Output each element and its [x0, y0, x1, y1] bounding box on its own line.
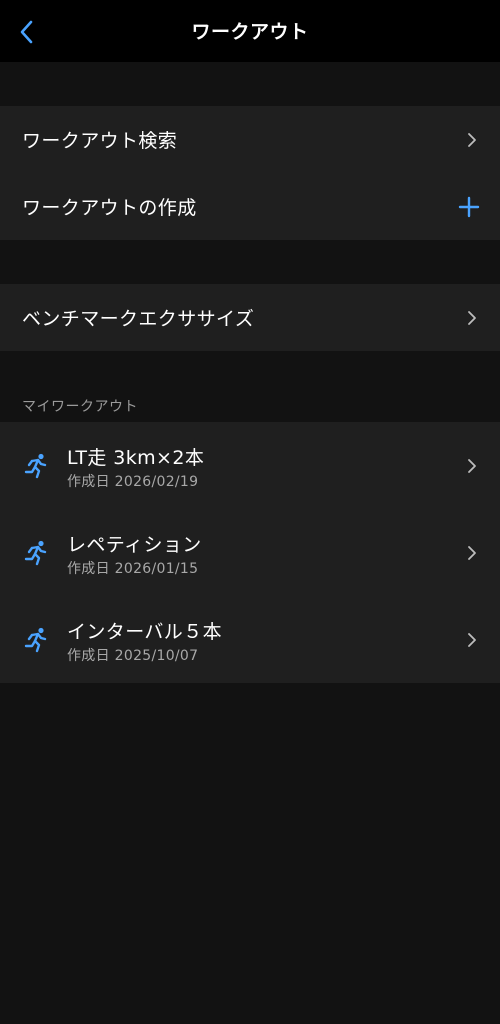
- my-workouts-header: マイワークアウト: [22, 399, 138, 415]
- chevron-right-icon: [468, 458, 476, 473]
- page-title: ワークアウト: [191, 21, 309, 43]
- workout-item[interactable]: インターバル５本 作成日 2025/10/07: [0, 596, 500, 683]
- search-workout-row[interactable]: ワークアウト検索: [0, 106, 500, 173]
- running-person-icon: [24, 627, 47, 652]
- chevron-right-icon: [468, 545, 476, 560]
- my-workouts-list: LT走 3km×2本 作成日 2026/02/19 レペティション 作成日 20…: [0, 422, 500, 683]
- actions-group: ワークアウト検索 ワークアウトの作成: [0, 106, 500, 240]
- search-workout-label: ワークアウト検索: [22, 130, 178, 152]
- workout-date: 作成日 2025/10/07: [67, 648, 199, 664]
- benchmark-group: ベンチマークエクササイズ: [0, 284, 500, 351]
- workout-date: 作成日 2026/02/19: [67, 474, 199, 490]
- create-workout-label: ワークアウトの作成: [22, 197, 197, 219]
- chevron-right-icon: [468, 310, 476, 325]
- workout-title: LT走 3km×2本: [67, 447, 205, 469]
- workout-title: インターバル５本: [67, 621, 223, 643]
- workout-item[interactable]: LT走 3km×2本 作成日 2026/02/19: [0, 422, 500, 509]
- benchmark-exercise-row[interactable]: ベンチマークエクササイズ: [0, 284, 500, 351]
- benchmark-exercise-label: ベンチマークエクササイズ: [22, 308, 255, 330]
- workout-item[interactable]: レペティション 作成日 2026/01/15: [0, 509, 500, 596]
- running-person-icon: [24, 540, 47, 565]
- chevron-right-icon: [468, 632, 476, 647]
- workout-screen: ワークアウト ワークアウト検索 ワークアウトの作成 ベンチマークエクササイズ マ…: [0, 0, 500, 1024]
- workout-date: 作成日 2026/01/15: [67, 561, 199, 577]
- plus-icon[interactable]: [458, 196, 480, 218]
- chevron-right-icon: [468, 132, 476, 147]
- navigation-bar: ワークアウト: [0, 0, 500, 62]
- running-person-icon: [24, 453, 47, 478]
- create-workout-row[interactable]: ワークアウトの作成: [0, 173, 500, 240]
- workout-title: レペティション: [67, 534, 202, 556]
